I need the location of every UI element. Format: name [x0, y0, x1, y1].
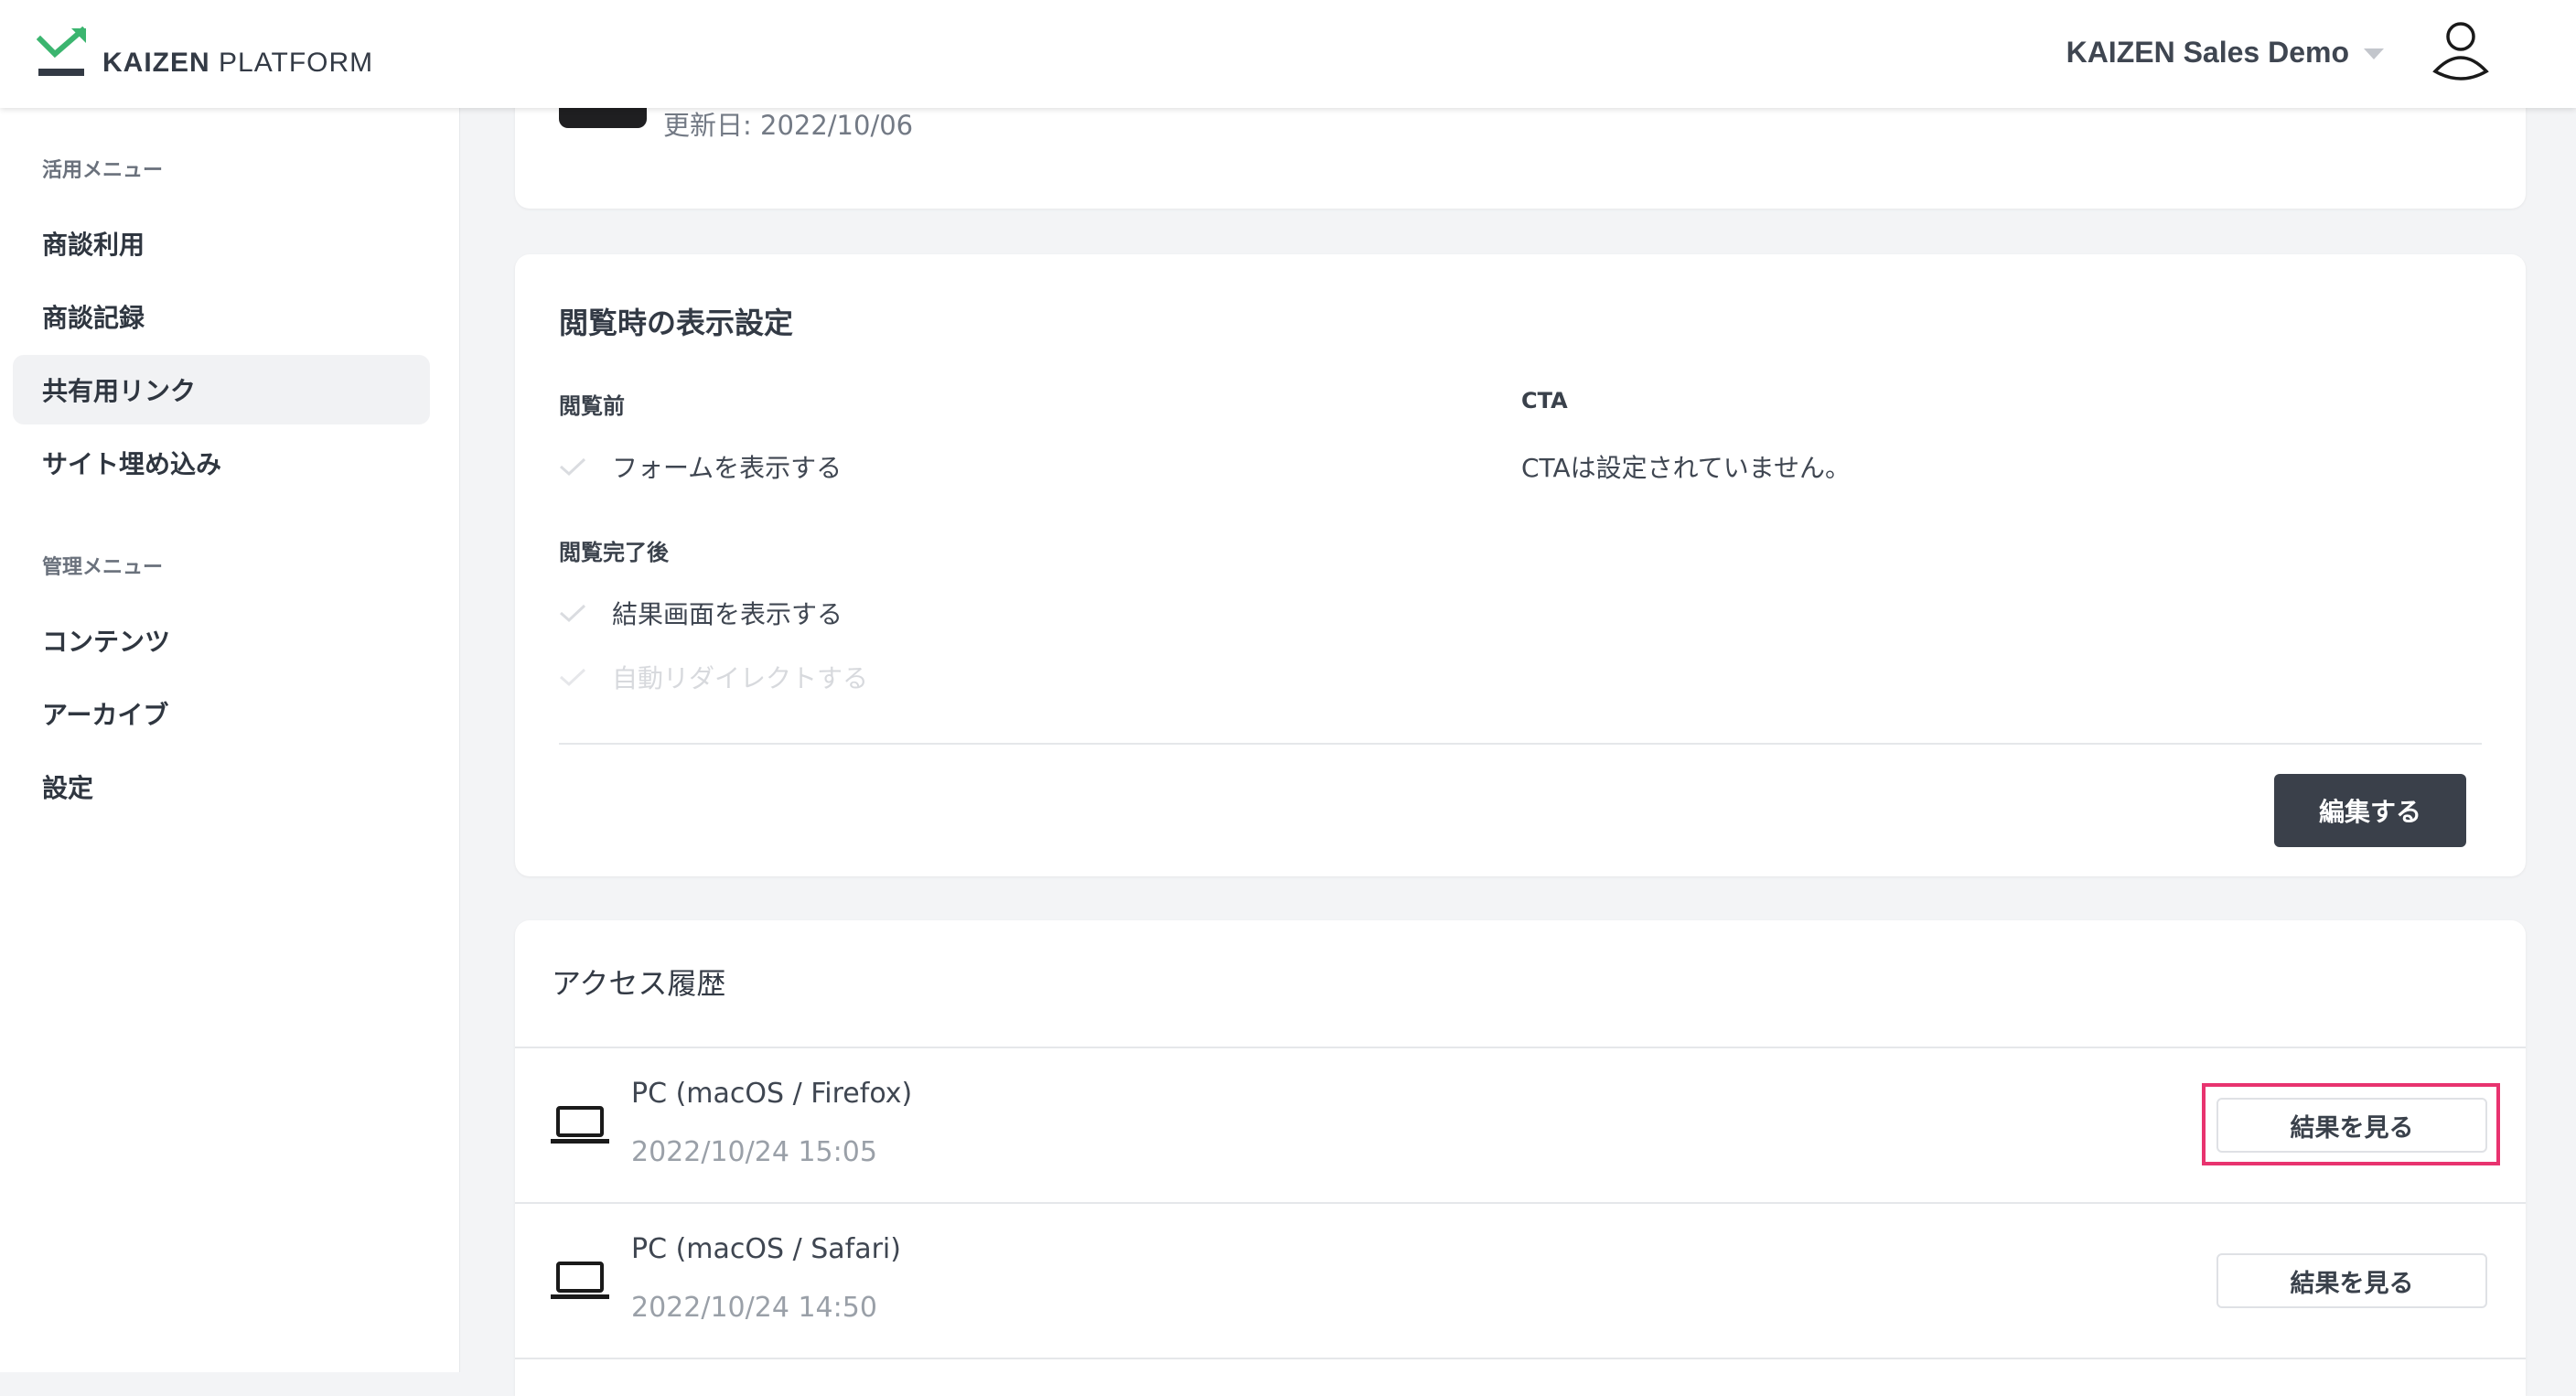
laptop-icon [551, 1106, 609, 1144]
before-item-label: フォームを表示する [612, 453, 843, 483]
access-row: PC (macOS / Safari) 2022/10/24 14:50 結果を… [515, 1202, 2526, 1358]
account-switcher[interactable]: KAIZEN Sales Demo [2066, 29, 2384, 75]
updated-date: 更新日: 2022/10/06 [663, 110, 914, 141]
sidebar: 活用メニュー 商談利用 商談記録 共有用リンク サイト埋め込み 管理メニュー コ… [0, 108, 460, 1372]
edit-button[interactable]: 編集する [2274, 774, 2466, 847]
sidebar-item-share-link[interactable]: 共有用リンク [13, 355, 430, 424]
sidebar-section-usage: 活用メニュー [42, 159, 164, 182]
sidebar-section-admin: 管理メニュー [42, 556, 164, 579]
divider [559, 743, 2482, 745]
access-datetime: 2022/10/24 14:50 [631, 1292, 877, 1324]
sidebar-item-label: サイト埋め込み [42, 449, 222, 479]
before-view-label: 閲覧前 [559, 393, 625, 419]
laptop-icon [551, 1262, 609, 1299]
user-avatar-icon[interactable] [2428, 16, 2494, 82]
logo-light: PLATFORM [219, 48, 374, 78]
logo-check-icon [37, 27, 87, 76]
cta-label: CTA [1521, 388, 1568, 413]
logo-text: KAIZEN PLATFORM [102, 48, 373, 79]
access-row: PC (macOS / Firefox) 2022/10/24 15:05 結果… [515, 1047, 2526, 1202]
after-item-label: 結果画面を表示する [612, 599, 843, 629]
view-result-button[interactable]: 結果を見る [2216, 1098, 2487, 1153]
after-item-redirect: 自動リダイレクトする [559, 659, 868, 695]
sidebar-item-settings[interactable]: 設定 [13, 752, 430, 821]
before-item-form: フォームを表示する [559, 448, 842, 485]
cta-status-text: CTAは設定されていません。 [1521, 453, 1851, 483]
sidebar-item-contents[interactable]: コンテンツ [13, 606, 430, 675]
check-icon [560, 457, 586, 477]
sidebar-item-meeting-use[interactable]: 商談利用 [13, 209, 430, 278]
chevron-down-icon [2364, 48, 2384, 59]
account-name: KAIZEN Sales Demo [2066, 35, 2349, 69]
display-settings-title: 閲覧時の表示設定 [559, 306, 794, 340]
sidebar-item-label: 設定 [42, 773, 94, 803]
sidebar-item-label: 商談記録 [42, 303, 145, 333]
check-icon [560, 668, 586, 687]
top-header: KAIZEN PLATFORM KAIZEN Sales Demo [0, 0, 2576, 108]
sidebar-item-archive[interactable]: アーカイブ [13, 679, 430, 748]
sidebar-item-label: アーカイブ [42, 700, 169, 730]
access-datetime: 2022/10/24 15:05 [631, 1136, 877, 1168]
sidebar-item-label: コンテンツ [42, 627, 171, 657]
after-item-label: 自動リダイレクトする [612, 663, 869, 693]
check-icon [560, 604, 586, 623]
sidebar-item-meeting-records[interactable]: 商談記録 [13, 282, 430, 351]
access-row-partial [515, 1358, 2526, 1396]
device-info: PC (macOS / Safari) [631, 1233, 901, 1265]
sidebar-item-label: 共有用リンク [42, 376, 197, 406]
access-history-card: アクセス履歴 PC (macOS / Firefox) 2022/10/24 1… [515, 920, 2526, 1396]
logo-bold: KAIZEN [102, 48, 210, 78]
device-info: PC (macOS / Firefox) [631, 1078, 913, 1110]
after-item-result: 結果画面を表示する [559, 595, 843, 631]
view-result-button[interactable]: 結果を見る [2216, 1253, 2487, 1308]
access-history-title: アクセス履歴 [552, 966, 726, 1001]
sidebar-item-site-embed[interactable]: サイト埋め込み [13, 428, 430, 498]
after-view-label: 閲覧完了後 [559, 540, 669, 565]
kaizen-logo[interactable]: KAIZEN PLATFORM [37, 16, 373, 90]
sidebar-item-label: 商談利用 [42, 230, 145, 260]
display-settings-card: 閲覧時の表示設定 閲覧前 フォームを表示する 閲覧完了後 結果画面を表示する 自… [515, 254, 2526, 876]
